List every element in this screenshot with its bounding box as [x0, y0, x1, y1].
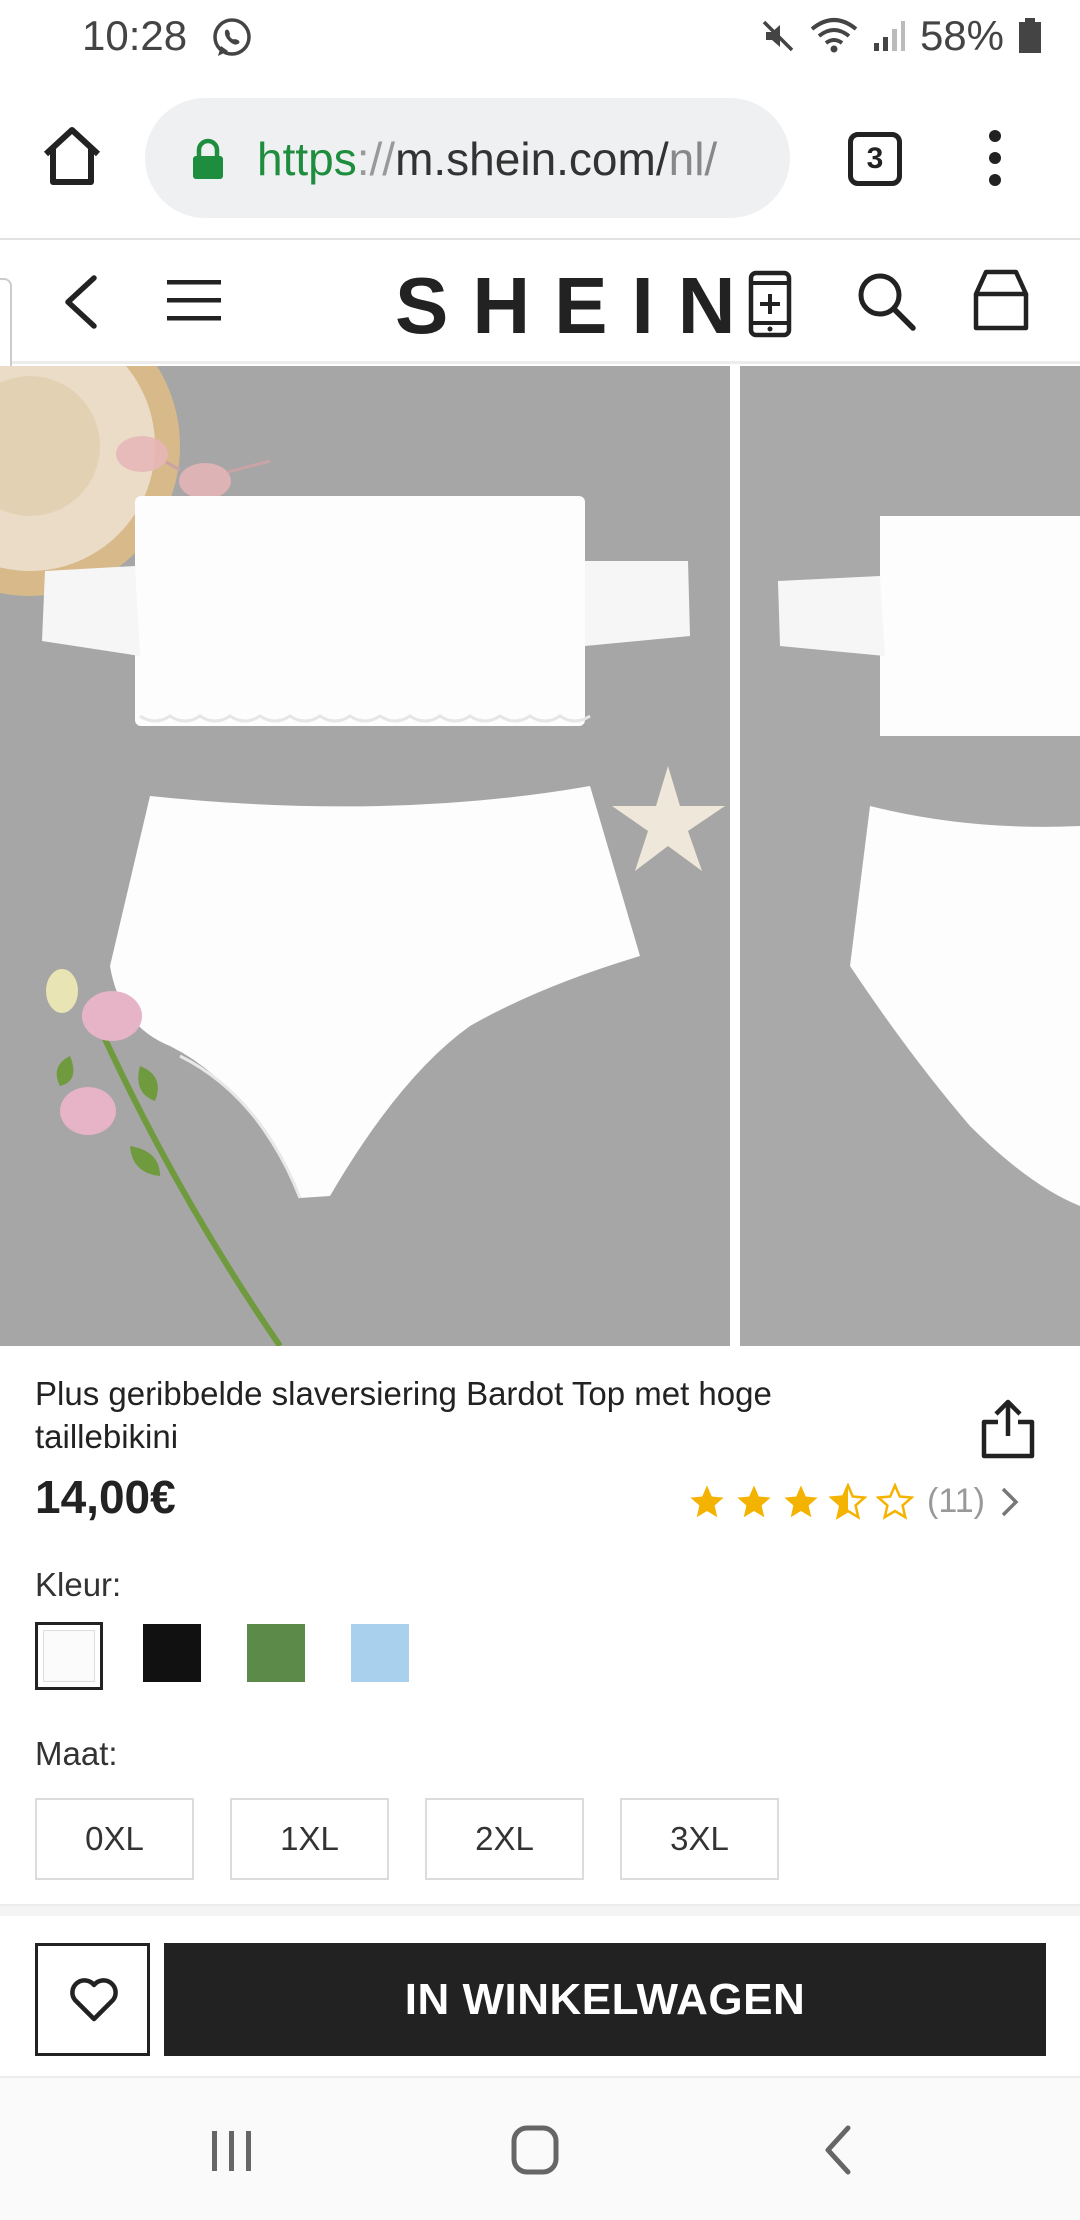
home-icon[interactable] [40, 124, 104, 188]
color-swatch-white[interactable] [35, 1622, 103, 1690]
url-separator: :// [356, 133, 396, 185]
star-full-icon [690, 1484, 724, 1517]
android-navigation-bar [0, 2078, 1080, 2220]
swatch-fill [43, 1630, 95, 1682]
url-host: m.shein.com/ [395, 133, 669, 185]
mobile-app-icon[interactable] [748, 270, 792, 338]
product-image-gallery[interactable] [0, 366, 1080, 1346]
status-time: 10:28 [82, 12, 188, 59]
wishlist-button[interactable] [35, 1943, 150, 2056]
url-text: https://m.shein.com/nl/ [257, 132, 717, 186]
rating-count: (11) [927, 1482, 985, 1520]
star-full-icon [784, 1484, 818, 1517]
shopping-bag-icon[interactable] [972, 268, 1030, 332]
color-swatch-black[interactable] [143, 1624, 201, 1682]
site-header: SHEIN [0, 240, 1080, 364]
wifi-icon [810, 18, 858, 53]
size-option-1xl[interactable]: 1XL [230, 1798, 389, 1880]
status-bar: 10:28 58% [0, 0, 1080, 76]
product-image-secondary[interactable] [740, 366, 1080, 1346]
whatsapp-icon [213, 18, 251, 56]
star-half-icon [829, 1482, 867, 1520]
product-rating[interactable]: (11) [688, 1482, 1021, 1521]
color-label: Kleur: [35, 1566, 122, 1603]
mute-icon [762, 20, 794, 52]
star-empty-icon [876, 1482, 914, 1520]
url-bar[interactable]: https://m.shein.com/nl/ [145, 98, 790, 218]
nav-home-icon[interactable] [510, 2124, 560, 2176]
tab-switcher-button[interactable]: 3 [848, 132, 902, 186]
share-icon[interactable] [980, 1396, 1036, 1460]
shein-logo[interactable]: SHEIN [395, 260, 760, 352]
lock-icon [193, 138, 223, 179]
add-to-cart-button[interactable]: IN WINKELWAGEN [164, 1943, 1046, 2056]
browser-toolbar: https://m.shein.com/nl/ 3 [0, 84, 1080, 232]
url-scheme: https [257, 133, 357, 185]
color-swatch-green[interactable] [247, 1624, 305, 1682]
star-full-icon [737, 1484, 771, 1517]
nav-back-icon[interactable] [822, 2124, 854, 2176]
size-label: Maat: [35, 1735, 118, 1772]
signal-icon [873, 21, 905, 51]
recent-apps-icon[interactable] [208, 2128, 256, 2174]
color-swatch-light-blue[interactable] [351, 1624, 409, 1682]
size-option-0xl[interactable]: 0XL [35, 1798, 194, 1880]
product-title: Plus geribbelde slaversiering Bardot Top… [35, 1375, 772, 1455]
status-icons: 58% [760, 12, 1042, 60]
size-option-2xl[interactable]: 2XL [425, 1798, 584, 1880]
battery-percent: 58% [919, 12, 1004, 59]
section-divider [0, 1904, 1080, 1916]
back-arrow-icon[interactable] [58, 272, 102, 332]
product-price: 14,00€ [35, 1471, 176, 1523]
chevron-right-icon [1001, 1487, 1019, 1516]
heart-icon [70, 1978, 118, 2022]
url-path: nl/ [668, 133, 718, 185]
search-icon[interactable] [855, 270, 917, 332]
more-menu-icon[interactable] [980, 128, 1010, 188]
hamburger-menu-icon[interactable] [165, 276, 223, 326]
size-option-3xl[interactable]: 3XL [620, 1798, 779, 1880]
battery-icon [1019, 18, 1041, 53]
product-image-main[interactable] [0, 366, 730, 1346]
